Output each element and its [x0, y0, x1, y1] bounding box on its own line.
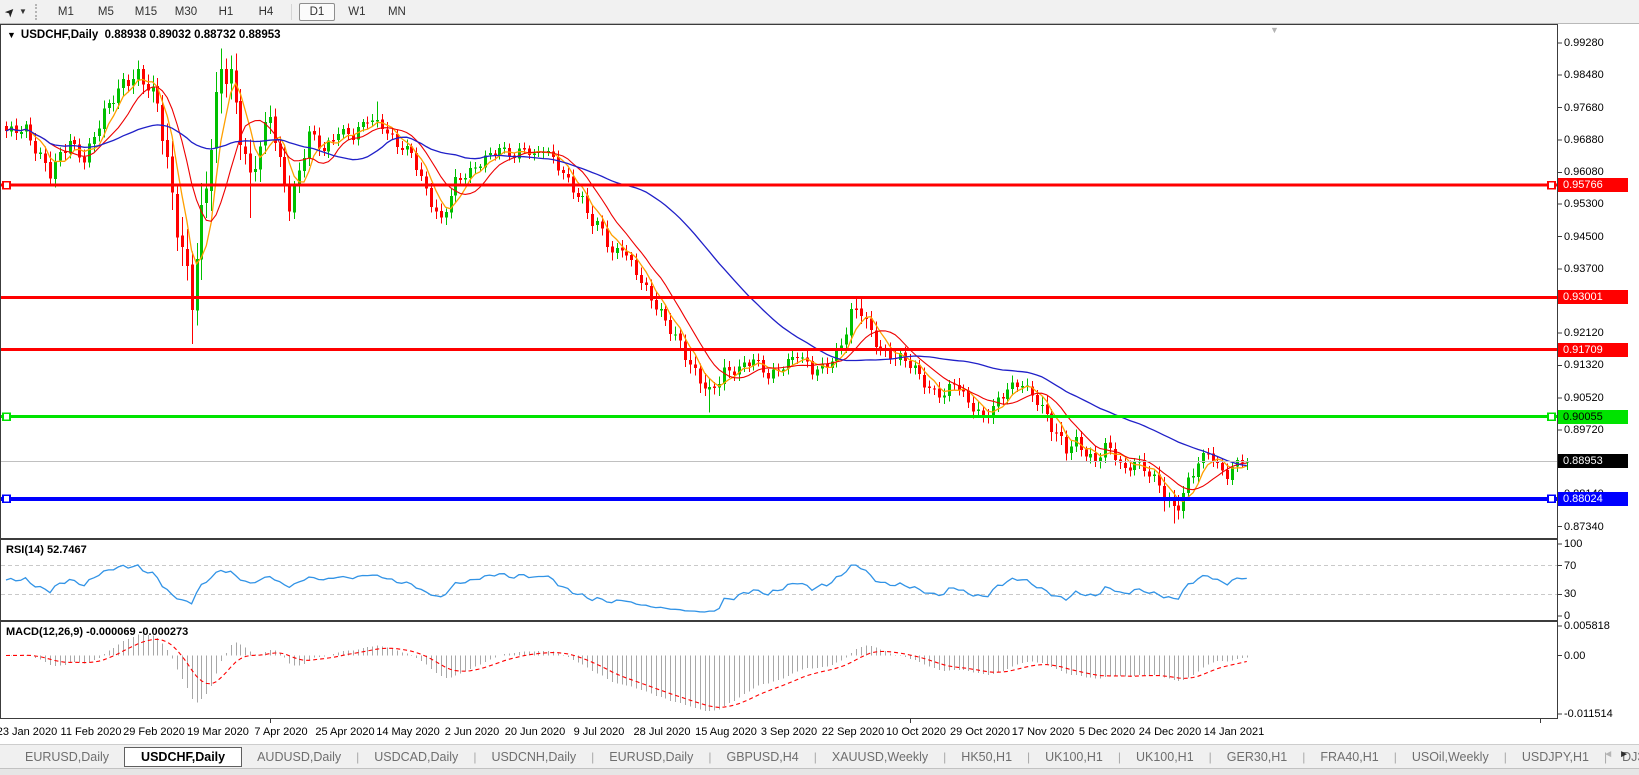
chart-canvas[interactable] — [0, 0, 1639, 775]
macd-axis-tick: 0.005818 — [1564, 620, 1610, 632]
price-line-label: 0.88024 — [1558, 492, 1628, 506]
chart-tab-uk100-h1[interactable]: UK100,H1 — [1030, 747, 1118, 767]
price-axis-tick: 0.97680 — [1564, 102, 1604, 114]
chart-symbol-label: USDCHF,Daily — [20, 29, 99, 41]
rsi-axis-tick: 30 — [1564, 588, 1577, 600]
date-axis-label: 15 Aug 2020 — [695, 726, 757, 738]
chart-tab-eurusd-daily[interactable]: EURUSD,Daily — [594, 747, 708, 767]
hline-handle[interactable] — [2, 494, 11, 504]
tab-scroll-left-icon[interactable]: ◄ — [1603, 749, 1619, 760]
date-axis-label: 20 Jun 2020 — [504, 726, 566, 738]
macd-indicator-label: MACD(12,26,9) -0.000069 -0.000273 — [6, 626, 189, 638]
status-strip — [0, 768, 1639, 775]
price-line-label: 0.93001 — [1558, 290, 1628, 304]
chart-ohlc-quotes: 0.88938 0.89032 0.88732 0.88953 — [104, 29, 281, 41]
date-axis-label: 28 Jul 2020 — [633, 726, 691, 738]
price-axis-tick: 0.95300 — [1564, 198, 1604, 210]
chart-tab-eurusd-daily[interactable]: EURUSD,Daily — [10, 747, 124, 767]
date-axis-label: 7 Apr 2020 — [254, 726, 308, 738]
chart-tabs: EURUSD,Daily USDCHF,Daily AUDUSD,Daily | USD… — [10, 746, 1639, 767]
chart-tab-usdcnh-daily[interactable]: USDCNH,Daily — [476, 747, 591, 767]
price-axis-tick: 0.91320 — [1564, 359, 1604, 371]
hline-handle[interactable] — [1547, 412, 1556, 421]
chart-tab-usdcad-daily[interactable]: USDCAD,Daily — [359, 747, 473, 767]
chart-tab-usdchf-daily[interactable]: USDCHF,Daily — [124, 746, 243, 767]
current-price-label: 0.88953 — [1558, 454, 1628, 468]
hline-handle[interactable] — [1547, 494, 1556, 504]
date-axis-label: 10 Oct 2020 — [886, 726, 946, 738]
date-axis-label: 14 May 2020 — [376, 726, 440, 738]
chart-tab-usdjpy-h1[interactable]: USDJPY,H1 — [1507, 747, 1604, 767]
hline-handle[interactable] — [1547, 180, 1556, 190]
date-axis-label: 3 Sep 2020 — [760, 726, 818, 738]
rsi-indicator-label: RSI(14) 52.7467 — [6, 544, 87, 556]
date-axis-label: 29 Feb 2020 — [123, 726, 185, 738]
mt4-window: ➤ ▼ M1 M5 M15 M30 H1 H4 D1 W1 MN ▼ USDCHF,Daily 0… — [0, 0, 1639, 775]
price-axis-tick: 0.92120 — [1564, 327, 1604, 339]
date-axis-label: 22 Sep 2020 — [821, 726, 885, 738]
chart-tab-audusd-daily[interactable]: AUDUSD,Daily — [242, 747, 356, 767]
chart-tab-hk50-h1[interactable]: HK50,H1 — [946, 747, 1027, 767]
hline-handle[interactable] — [2, 180, 11, 190]
price-axis-tick: 0.98480 — [1564, 69, 1604, 81]
rsi-axis-tick: 70 — [1564, 560, 1577, 572]
date-axis-label: 23 Jan 2020 — [0, 726, 58, 738]
chart-tab-fra40-h1[interactable]: FRA40,H1 — [1305, 747, 1393, 767]
date-axis-label: 29 Oct 2020 — [950, 726, 1010, 738]
price-axis-tick: 0.99280 — [1564, 37, 1604, 49]
chart-tab-uk100-h1[interactable]: UK100,H1 — [1121, 747, 1209, 767]
date-axis-label: 14 Jan 2021 — [1203, 726, 1265, 738]
price-line-label: 0.91709 — [1558, 343, 1628, 357]
hline-handle[interactable] — [2, 412, 11, 421]
price-axis-tick: 0.94500 — [1564, 231, 1604, 243]
chart-tab-ger30-h1[interactable]: GER30,H1 — [1212, 747, 1302, 767]
price-axis-tick: 0.96880 — [1564, 134, 1604, 146]
date-axis-label: 5 Dec 2020 — [1078, 726, 1136, 738]
tab-scroll-right-icon[interactable]: ► — [1619, 749, 1635, 760]
chart-tab-bar: EURUSD,Daily USDCHF,Daily AUDUSD,Daily | USD… — [0, 744, 1639, 768]
price-axis-tick: 0.96080 — [1564, 166, 1604, 178]
price-axis-tick: 0.90520 — [1564, 392, 1604, 404]
date-axis-label: 17 Nov 2020 — [1011, 726, 1075, 738]
chart-title: ▼ USDCHF,Daily 0.88938 0.89032 0.88732 0.… — [7, 29, 281, 41]
price-axis-tick: 0.89720 — [1564, 424, 1604, 436]
price-axis-tick: 0.87340 — [1564, 521, 1604, 533]
date-axis-label: 9 Jul 2020 — [573, 726, 625, 738]
price-line-label: 0.95766 — [1558, 178, 1628, 192]
price-axis-tick: 0.93700 — [1564, 263, 1604, 275]
chart-tab-usoil-weekly[interactable]: USOil,Weekly — [1397, 747, 1504, 767]
chart-tab-gbpusd-h4[interactable]: GBPUSD,H4 — [711, 747, 813, 767]
chart-collapse-icon[interactable]: ▼ — [7, 30, 16, 40]
date-axis-label: 24 Dec 2020 — [1138, 726, 1202, 738]
tab-scroll-arrows: ◄► — [1603, 749, 1635, 760]
macd-axis-tick: -0.011514 — [1564, 708, 1613, 720]
date-axis-label: 25 Apr 2020 — [315, 726, 375, 738]
date-axis-label: 2 Jun 2020 — [444, 726, 500, 738]
date-axis-label: 11 Feb 2020 — [60, 726, 122, 738]
chart-tab-xauusd-weekly[interactable]: XAUUSD,Weekly — [817, 747, 943, 767]
rsi-axis-tick: 100 — [1564, 538, 1583, 550]
price-line-label: 0.90055 — [1558, 410, 1628, 424]
date-axis-label: 19 Mar 2020 — [187, 726, 249, 738]
macd-axis-tick: 0.00 — [1564, 650, 1586, 662]
quick-trade-collapse-icon[interactable]: ▼ — [1270, 25, 1279, 35]
